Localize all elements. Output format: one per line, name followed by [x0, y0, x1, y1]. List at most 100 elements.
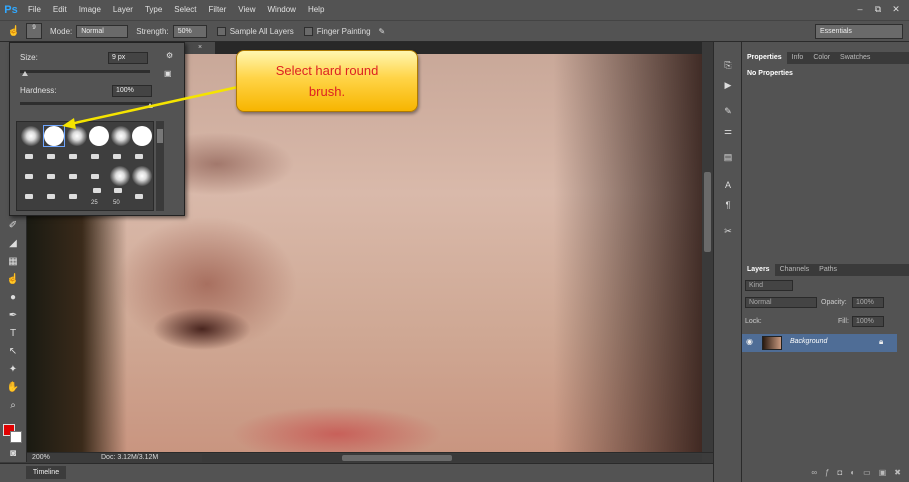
new-layer-icon[interactable]: ▣ — [879, 468, 887, 477]
layer-mask-icon[interactable]: ◘ — [837, 468, 842, 477]
size-slider[interactable] — [20, 70, 150, 73]
pressure-icon[interactable]: ✎ — [379, 27, 386, 36]
layer-filter-select[interactable]: Kind — [745, 280, 793, 291]
paragraph-panel-icon[interactable]: ¶ — [720, 198, 736, 213]
clone-source-panel-icon[interactable]: ▤ — [720, 150, 736, 165]
hardness-input[interactable]: 100% — [112, 85, 152, 97]
vertical-scrollbar[interactable] — [702, 42, 713, 452]
dodge-tool-icon[interactable]: ● — [5, 290, 21, 305]
horizontal-scrollbar[interactable] — [202, 454, 702, 462]
menu-layer[interactable]: Layer — [107, 0, 139, 20]
type-tool-icon[interactable]: T — [5, 326, 21, 341]
smudge-tool-icon[interactable]: ☝ — [5, 272, 21, 287]
fill-input[interactable]: 100% — [852, 316, 884, 327]
hand-tool-icon[interactable]: ✋ — [5, 380, 21, 395]
hardness-slider-knob[interactable] — [147, 103, 153, 108]
restore-button[interactable]: ⧉ — [871, 2, 885, 16]
tab-channels[interactable]: Channels — [775, 264, 815, 276]
brush-preset-soft-round-2[interactable] — [67, 126, 87, 146]
brush-preset-soft-round-3[interactable] — [111, 126, 131, 146]
brush-preset-mini[interactable] — [25, 174, 33, 179]
adjustment-layer-icon[interactable]: ◐ — [850, 468, 855, 477]
horizontal-scroll-thumb[interactable] — [342, 455, 452, 461]
brush-preset-mini[interactable] — [113, 154, 121, 159]
menu-file[interactable]: File — [22, 0, 47, 20]
document-info[interactable]: Doc: 3.12M/3.12M — [101, 454, 158, 461]
brush-preset-picker-button[interactable]: 9 — [26, 23, 42, 39]
size-input[interactable]: 9 px — [108, 52, 148, 64]
character-panel-icon[interactable]: A — [720, 178, 736, 193]
background-color-swatch[interactable] — [10, 431, 22, 443]
brush-preset-mini[interactable] — [135, 194, 143, 199]
preset-grid-scroll-thumb[interactable] — [157, 129, 163, 143]
finger-painting-checkbox[interactable] — [303, 26, 313, 36]
strength-input[interactable]: 50% — [172, 24, 207, 38]
adjustments-panel-icon[interactable]: ⚌ — [720, 124, 736, 139]
brush-preset-mini[interactable] — [135, 154, 143, 159]
brush-preset-mini[interactable] — [47, 174, 55, 179]
workspace-select[interactable]: Essentials — [815, 24, 903, 39]
delete-layer-icon[interactable]: ✖ — [894, 468, 901, 477]
brush-preset-hard-round-3[interactable] — [132, 126, 152, 146]
brush-panel-icon[interactable]: ✎ — [720, 104, 736, 119]
brush-preset-mini[interactable] — [25, 194, 33, 199]
layer-row-background[interactable]: ◉ Background 🔒︎ — [742, 334, 897, 352]
brush-preset-mini[interactable] — [69, 194, 77, 199]
zoom-level[interactable]: 200% — [32, 454, 50, 461]
menu-edit[interactable]: Edit — [47, 0, 73, 20]
brush-preset-mini[interactable] — [91, 174, 99, 179]
brush-preset-hard-round-2[interactable] — [89, 126, 109, 146]
tab-properties[interactable]: Properties — [742, 52, 787, 64]
link-layers-icon[interactable]: ∞ — [811, 468, 817, 477]
preset-grid-scrollbar[interactable] — [156, 121, 164, 211]
gradient-tool-icon[interactable]: ▦ — [5, 254, 21, 269]
brush-preset-mini[interactable] — [47, 194, 55, 199]
menu-window[interactable]: Window — [262, 0, 302, 20]
minimize-button[interactable]: – — [853, 2, 867, 16]
history-brush-tool-icon[interactable]: ✐ — [5, 218, 21, 233]
menu-view[interactable]: View — [232, 0, 261, 20]
new-group-icon[interactable]: ▭ — [863, 468, 871, 477]
history-panel-icon[interactable]: ⎘ — [720, 58, 736, 73]
brush-preset-soft-round-5[interactable] — [132, 166, 152, 186]
brush-preset-soft-round-4[interactable] — [110, 166, 130, 186]
brush-preset-mini[interactable] — [25, 154, 33, 159]
tool-presets-panel-icon[interactable]: ✂ — [720, 224, 736, 239]
tab-info[interactable]: Info — [787, 52, 809, 64]
zoom-tool-icon[interactable]: ⌕ — [5, 398, 21, 413]
hardness-slider[interactable] — [20, 102, 152, 105]
new-preset-icon[interactable]: ▣ — [164, 69, 172, 78]
eraser-tool-icon[interactable]: ◢ — [5, 236, 21, 251]
path-selection-tool-icon[interactable]: ↖ — [5, 344, 21, 359]
menu-select[interactable]: Select — [168, 0, 202, 20]
brush-preset-mini[interactable] — [69, 154, 77, 159]
layer-style-icon[interactable]: ƒ — [825, 468, 829, 477]
brush-preset-mini[interactable] — [93, 188, 101, 193]
brush-preset-mini[interactable] — [47, 154, 55, 159]
document-tab-close[interactable]: × — [185, 42, 215, 54]
size-reset-icon[interactable]: ⚙ — [166, 51, 173, 60]
layer-lock-icon[interactable]: 🔒︎ — [879, 337, 883, 347]
tab-swatches[interactable]: Swatches — [835, 52, 875, 64]
close-button[interactable]: ✕ — [889, 2, 903, 16]
tab-layers[interactable]: Layers — [742, 264, 775, 276]
brush-preset-soft-round[interactable] — [21, 126, 41, 146]
pen-tool-icon[interactable]: ✒ — [5, 308, 21, 323]
smudge-tool-preset-icon[interactable]: ☝ — [6, 24, 22, 39]
sample-all-layers-checkbox[interactable] — [216, 26, 226, 36]
opacity-input[interactable]: 100% — [852, 297, 884, 308]
vertical-scroll-thumb[interactable] — [704, 172, 711, 252]
brush-preset-mini[interactable] — [91, 154, 99, 159]
brush-preset-mini[interactable] — [69, 174, 77, 179]
actions-panel-icon[interactable]: ▶ — [720, 78, 736, 93]
menu-filter[interactable]: Filter — [203, 0, 233, 20]
timeline-tab[interactable]: Timeline — [26, 466, 66, 479]
tab-paths[interactable]: Paths — [814, 264, 842, 276]
brush-preset-mini[interactable] — [114, 188, 122, 193]
quick-mask-icon[interactable]: ◙ — [5, 446, 21, 461]
menu-help[interactable]: Help — [302, 0, 330, 20]
blend-mode-select[interactable]: Normal — [745, 297, 817, 308]
visibility-eye-icon[interactable]: ◉ — [746, 337, 753, 346]
menu-type[interactable]: Type — [139, 0, 168, 20]
shape-tool-icon[interactable]: ✦ — [5, 362, 21, 377]
